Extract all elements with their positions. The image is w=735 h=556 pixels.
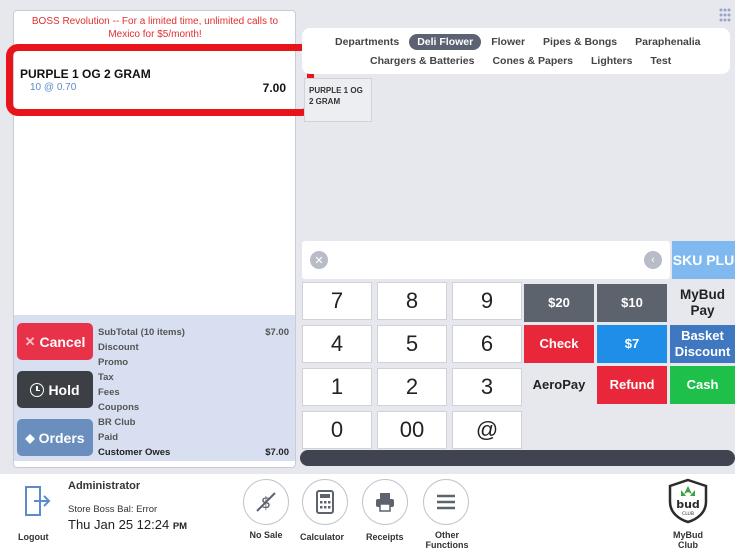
cash-button[interactable]: Cash [670,366,735,404]
calculator-icon [316,490,334,514]
orders-label: Orders [38,429,85,446]
tab-test[interactable]: Test [642,53,679,69]
hold-label: Hold [48,381,80,398]
basket-discount-button[interactable]: Basket Discount [670,325,735,363]
no-sale-icon: $ [256,492,276,512]
logo-text: bud [676,498,700,511]
calculator-button[interactable] [302,479,348,525]
product-tile[interactable]: PURPLE 1 OG 2 GRAM [304,78,372,122]
tab-deli-flower[interactable]: Deli Flower [409,34,482,50]
receipts-button[interactable] [362,479,408,525]
fees-label: Fees [98,387,120,398]
clock-icon [30,382,45,397]
receipts-label[interactable]: Receipts [366,532,404,542]
subtotal-label: SubTotal (10 items) [98,327,185,338]
datetime-text: Thu Jan 25 12:24 [68,517,170,532]
discount-label: Discount [98,342,139,353]
key-8[interactable]: 8 [377,282,447,320]
hold-button[interactable]: Hold [17,371,93,408]
other-functions-label[interactable]: Other Functions [418,530,476,550]
menu-icon [437,494,455,510]
key-00[interactable]: 00 [377,411,447,449]
promo-label: Promo [98,357,129,368]
logout-icon[interactable] [22,484,52,518]
scroll-bar[interactable] [300,450,735,466]
datetime: Thu Jan 25 12:24 PM [68,517,187,532]
keypad: 7 8 9 4 5 6 1 2 3 0 00 @ [302,282,524,451]
footer-bar: Logout Administrator Store Boss Bal: Err… [0,474,735,556]
tab-pipes-bongs[interactable]: Pipes & Bongs [535,34,625,50]
clear-icon[interactable]: ✕ [310,251,328,269]
logout-label[interactable]: Logout [18,532,49,542]
customer-owes-value: $7.00 [265,447,289,458]
check-button[interactable]: Check [524,325,594,363]
refund-button[interactable]: Refund [597,366,667,404]
key-2[interactable]: 2 [377,368,447,406]
customer-owes-label: Customer Owes [98,447,171,458]
printer-icon [376,493,394,512]
mybud-club-label[interactable]: MyBud Club [668,530,708,550]
tab-departments[interactable]: Departments [327,34,407,50]
user-name: Administrator [68,480,141,492]
br-club-label: BR Club [98,417,136,428]
orders-button[interactable]: ◆ Orders [17,419,93,456]
calculator-label[interactable]: Calculator [300,532,344,542]
totals-section: ✕ Cancel Hold ◆ Orders SubTotal (10 item… [14,315,295,461]
key-at[interactable]: @ [452,411,522,449]
other-functions-button[interactable] [423,479,469,525]
promo-banner[interactable]: BOSS Revolution -- For a limited time, u… [24,15,286,41]
key-5[interactable]: 5 [377,325,447,363]
grid-menu-icon[interactable] [719,8,731,24]
product-panel: Departments Deli Flower Flower Pipes & B… [298,4,735,474]
tab-flower[interactable]: Flower [483,34,533,50]
highlight-box [6,44,314,116]
no-sale-label[interactable]: No Sale [248,530,284,540]
no-sale-button[interactable]: $ [243,479,289,525]
cancel-button[interactable]: ✕ Cancel [17,323,93,360]
seven-dollar-button[interactable]: $7 [597,325,667,363]
twenty-dollar-button[interactable]: $20 [524,284,594,322]
key-0[interactable]: 0 [302,411,372,449]
paid-label: Paid [98,432,119,443]
key-6[interactable]: 6 [452,325,522,363]
aeropay-button[interactable]: AeroPay [524,366,594,404]
mybud-pay-button[interactable]: MyBud Pay [670,284,735,322]
tab-cones-papers[interactable]: Cones & Papers [484,53,581,69]
subtotal-value: $7.00 [265,327,289,338]
coupons-label: Coupons [98,402,140,413]
search-bar[interactable]: ✕ ‹ [302,241,670,279]
back-icon[interactable]: ‹ [644,251,662,269]
key-3[interactable]: 3 [452,368,522,406]
tag-icon: ◆ [25,430,35,445]
sku-plu-button[interactable]: SKU PLU [672,241,735,279]
tab-chargers-batteries[interactable]: Chargers & Batteries [362,53,482,69]
key-7[interactable]: 7 [302,282,372,320]
mybud-logo[interactable]: bud CLUB [667,478,709,524]
tab-lighters[interactable]: Lighters [583,53,640,69]
logo-sub: CLUB [682,511,694,517]
store-balance: Store Boss Bal: Error [68,504,158,515]
close-icon: ✕ [24,333,36,349]
datetime-ampm: PM [172,521,188,532]
key-4[interactable]: 4 [302,325,372,363]
cancel-label: Cancel [39,333,86,350]
ten-dollar-button[interactable]: $10 [597,284,667,322]
key-9[interactable]: 9 [452,282,522,320]
tax-label: Tax [98,372,114,383]
tab-paraphenalia[interactable]: Paraphenalia [627,34,708,50]
key-1[interactable]: 1 [302,368,372,406]
category-tabs: Departments Deli Flower Flower Pipes & B… [302,28,730,74]
